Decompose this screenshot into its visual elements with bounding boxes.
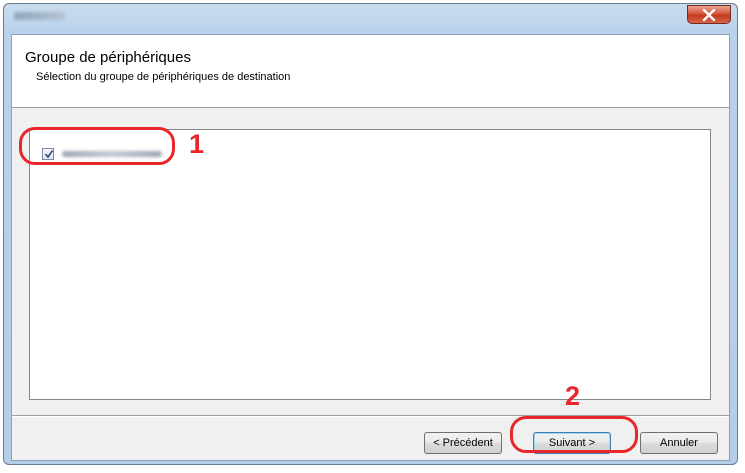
checkmark-icon: [44, 150, 54, 159]
callout-number-1: 1: [189, 129, 205, 159]
close-button[interactable]: [687, 5, 731, 24]
cancel-button[interactable]: Annuler: [640, 432, 718, 454]
title-bar[interactable]: [4, 4, 737, 34]
footer-divider: [12, 415, 729, 417]
dialog-client-area: Groupe de périphériques Sélection du gro…: [11, 34, 730, 461]
page-title: Groupe de périphériques: [25, 49, 191, 66]
window-title-redacted: [14, 12, 66, 20]
next-button[interactable]: Suivant >: [533, 432, 611, 454]
installer-window: Groupe de périphériques Sélection du gro…: [3, 3, 738, 465]
device-group-list[interactable]: [29, 129, 711, 400]
device-group-name-redacted: [62, 151, 162, 157]
page-subtitle: Sélection du groupe de périphériques de …: [36, 71, 291, 83]
list-item[interactable]: [42, 146, 202, 164]
callout-number-2: 2: [565, 381, 581, 411]
wizard-header: Groupe de périphériques Sélection du gro…: [12, 35, 729, 108]
close-icon: [702, 8, 716, 21]
previous-button[interactable]: < Précédent: [424, 432, 502, 454]
device-group-checkbox[interactable]: [42, 148, 54, 160]
